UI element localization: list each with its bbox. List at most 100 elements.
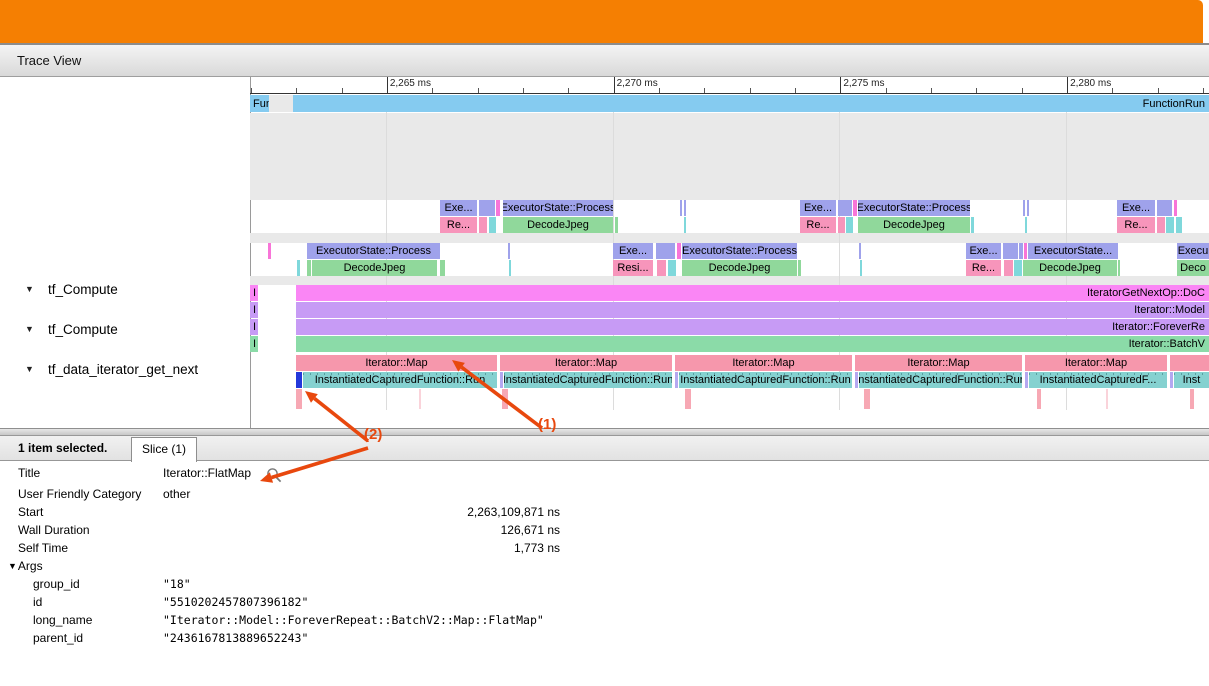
trace-sliver[interactable] <box>860 260 862 276</box>
trace-sliver[interactable] <box>684 200 686 216</box>
trace-segment[interactable]: DecodeJpeg <box>682 260 797 276</box>
trace-segment[interactable]: I <box>250 319 258 335</box>
trace-segment[interactable] <box>1170 355 1209 371</box>
trace-sliver[interactable] <box>668 260 676 276</box>
trace-sliver[interactable] <box>685 389 691 409</box>
trace-segment[interactable]: Iterator::Model <box>296 302 1209 318</box>
trace-sliver[interactable] <box>838 217 845 233</box>
trace-sliver[interactable] <box>864 389 870 409</box>
trace-sliver[interactable] <box>675 372 678 388</box>
trace-sliver[interactable] <box>798 260 801 276</box>
trace-sliver[interactable] <box>500 372 503 388</box>
trace-sliver[interactable] <box>1190 389 1194 409</box>
trace-sliver[interactable] <box>615 217 618 233</box>
trace-segment[interactable]: Iterator::Map <box>500 355 672 371</box>
trace-sliver[interactable] <box>680 200 682 216</box>
trace-sliver[interactable] <box>509 260 511 276</box>
collapse-triangle-icon[interactable]: ▼ <box>25 284 39 294</box>
search-icon[interactable] <box>266 467 283 484</box>
trace-sliver[interactable] <box>677 243 681 259</box>
trace-segment[interactable]: Exe... <box>1117 200 1155 216</box>
collapse-triangle-icon[interactable]: ▼ <box>25 324 39 334</box>
trace-sliver[interactable] <box>1176 217 1182 233</box>
trace-sliver[interactable] <box>1027 200 1029 216</box>
trace-sliver[interactable] <box>1014 260 1022 276</box>
trace-segment[interactable]: ExecutorState::Process <box>682 243 797 259</box>
trace-sliver[interactable] <box>297 260 300 276</box>
trace-sliver[interactable] <box>1157 217 1165 233</box>
trace-sliver[interactable] <box>846 217 853 233</box>
sidebar-group-tf-compute-1[interactable]: ▼ tf_Compute <box>0 280 250 298</box>
trace-sliver[interactable] <box>1118 260 1120 276</box>
trace-sliver[interactable] <box>508 243 510 259</box>
trace-sliver[interactable] <box>971 217 974 233</box>
trace-segment[interactable] <box>838 200 852 216</box>
trace-sliver[interactable] <box>1025 372 1028 388</box>
trace-segment[interactable]: Exe... <box>613 243 653 259</box>
trace-segment[interactable]: Iterator::Map <box>675 355 852 371</box>
trace-sliver[interactable] <box>296 389 302 409</box>
trace-sliver[interactable] <box>1025 217 1027 233</box>
trace-sliver[interactable] <box>657 260 666 276</box>
trace-sliver[interactable] <box>1174 200 1177 216</box>
selected-slice[interactable] <box>296 372 302 388</box>
trace-segment[interactable]: Re... <box>966 260 1001 276</box>
trace-sliver[interactable] <box>307 260 311 276</box>
trace-segment[interactable]: IteratorGetNextOp::DoC <box>296 285 1209 301</box>
trace-segment[interactable]: DecodeJpeg <box>1023 260 1117 276</box>
trace-segment[interactable]: Execu <box>1177 243 1209 259</box>
tab-slice[interactable]: Slice (1) <box>131 437 197 462</box>
trace-sliver[interactable] <box>1004 260 1013 276</box>
trace-segment[interactable]: Fun <box>250 95 269 112</box>
trace-segment[interactable] <box>479 200 495 216</box>
trace-sliver[interactable] <box>496 200 500 216</box>
trace-segment[interactable] <box>1157 200 1172 216</box>
trace-segment[interactable]: InstantiatedCapturedFunction::Run <box>679 372 852 388</box>
trace-segment[interactable]: DecodeJpeg <box>312 260 437 276</box>
trace-segment[interactable]: Iterator::Map <box>296 355 497 371</box>
trace-sliver[interactable] <box>1106 389 1108 409</box>
trace-segment[interactable]: Iterator::BatchV <box>296 336 1209 352</box>
trace-sliver[interactable] <box>268 243 271 259</box>
trace-sliver[interactable] <box>419 389 421 409</box>
trace-segment[interactable]: Exe... <box>800 200 836 216</box>
trace-sliver[interactable] <box>440 260 445 276</box>
trace-segment[interactable]: InstantiatedCapturedFunction::Run <box>303 372 497 388</box>
trace-segment[interactable]: Inst <box>1174 372 1209 388</box>
trace-sliver[interactable] <box>479 217 487 233</box>
trace-sliver[interactable] <box>1019 243 1023 259</box>
sidebar-group-tf-compute-2[interactable]: ▼ tf_Compute <box>0 320 250 338</box>
collapse-triangle-icon[interactable]: ▼ <box>25 364 39 374</box>
trace-segment[interactable]: InstantiatedCapturedF... <box>1029 372 1167 388</box>
trace-segment[interactable] <box>1003 243 1018 259</box>
trace-segment[interactable] <box>656 243 675 259</box>
args-collapse-icon[interactable]: ▼ <box>8 561 17 571</box>
trace-sliver[interactable] <box>855 372 858 388</box>
trace-segment[interactable]: ExecutorState::Process <box>858 200 970 216</box>
trace-sliver[interactable] <box>1024 243 1027 259</box>
trace-segment[interactable]: ExecutorState::Process <box>503 200 613 216</box>
trace-sliver[interactable] <box>1170 372 1173 388</box>
trace-sliver[interactable] <box>859 243 861 259</box>
trace-sliver[interactable] <box>489 217 496 233</box>
args-section-header[interactable]: ▼Args <box>8 559 43 573</box>
trace-segment[interactable]: Iterator::Map <box>855 355 1022 371</box>
trace-segment[interactable]: ExecutorState... <box>1028 243 1118 259</box>
trace-segment[interactable]: Iterator::ForeverRe <box>296 319 1209 335</box>
trace-segment[interactable]: Iterator::Map <box>1025 355 1167 371</box>
trace-segment[interactable]: ExecutorState::Process <box>307 243 440 259</box>
trace-sliver[interactable] <box>1023 200 1025 216</box>
trace-segment[interactable]: Exe... <box>966 243 1001 259</box>
trace-segment[interactable]: I <box>250 285 258 301</box>
panel-splitter[interactable] <box>0 428 1209 436</box>
trace-segment[interactable]: Resi... <box>613 260 653 276</box>
trace-segment[interactable]: DecodeJpeg <box>503 217 613 233</box>
trace-segment[interactable]: DecodeJpeg <box>858 217 970 233</box>
trace-segment[interactable]: InstantiatedCapturedFunction::Run <box>504 372 672 388</box>
trace-segment[interactable]: Exe... <box>440 200 477 216</box>
trace-sliver[interactable] <box>1166 217 1174 233</box>
trace-segment[interactable]: Deco <box>1177 260 1209 276</box>
sidebar-group-tf-data-iterator-get-next[interactable]: ▼ tf_data_iterator_get_next <box>0 360 250 378</box>
trace-segment[interactable]: Re... <box>1117 217 1155 233</box>
trace-segment[interactable]: Re... <box>800 217 836 233</box>
